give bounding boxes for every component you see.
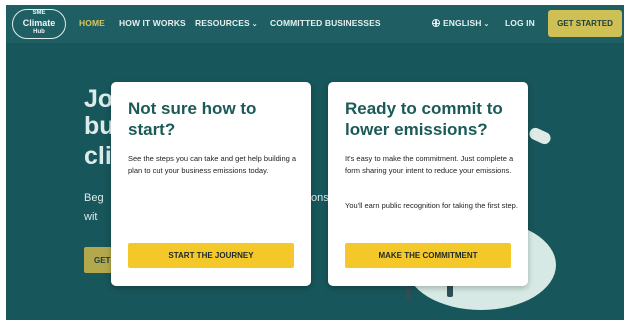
language-selector[interactable]: ENGLISH ⌄ — [432, 18, 489, 28]
nav-how-it-works[interactable]: HOW IT WORKS — [119, 18, 186, 28]
nav-home[interactable]: HOME — [79, 18, 105, 28]
sme-climate-hub-logo[interactable]: SME Climate Hub — [12, 9, 66, 39]
hero-heading-line-3: cli — [84, 142, 112, 170]
card-body-secondary: You'll earn public recognition for takin… — [345, 201, 518, 210]
chevron-down-icon: ⌄ — [483, 21, 490, 28]
top-navbar: SME Climate Hub HOME HOW IT WORKS RESOUR… — [6, 5, 624, 43]
start-journey-card: Not sure how to start? See the steps you… — [111, 82, 311, 286]
hero-heading-line-2: bu — [84, 112, 115, 140]
nav-resources[interactable]: RESOURCES ⌄ — [195, 18, 258, 28]
card-body: See the steps you can take and get help … — [128, 154, 297, 175]
logo-text-top: SME — [32, 10, 46, 16]
chevron-down-icon: ⌄ — [251, 21, 258, 28]
logo-text-bottom: Hub — [33, 29, 45, 35]
start-the-journey-button[interactable]: START THE JOURNEY — [128, 243, 294, 268]
cloud-icon — [527, 125, 553, 147]
card-body: It's easy to make the commitment. Just c… — [345, 154, 514, 175]
logo-text-mid: Climate — [22, 18, 56, 28]
hero-subtitle-line-2: wit — [84, 211, 98, 223]
hero-subtitle-left: Beg — [84, 192, 104, 204]
language-label: ENGLISH — [443, 18, 482, 28]
get-started-button[interactable]: GET STARTED — [548, 10, 622, 37]
card-title: Ready to commit to lower emissions? — [345, 99, 503, 139]
login-link[interactable]: LOG IN — [505, 18, 535, 28]
nav-committed-businesses[interactable]: COMMITTED BUSINESSES — [270, 18, 381, 28]
make-commitment-card: Ready to commit to lower emissions? It's… — [328, 82, 528, 286]
person-illustration — [405, 286, 411, 300]
card-title: Not sure how to start? — [128, 99, 257, 139]
hero-subtitle-right: ons — [311, 192, 329, 204]
nav-resources-label: RESOURCES — [195, 18, 250, 28]
globe-icon — [432, 19, 440, 27]
page: SME Climate Hub HOME HOW IT WORKS RESOUR… — [6, 5, 624, 320]
make-the-commitment-button[interactable]: MAKE THE COMMITMENT — [345, 243, 511, 268]
